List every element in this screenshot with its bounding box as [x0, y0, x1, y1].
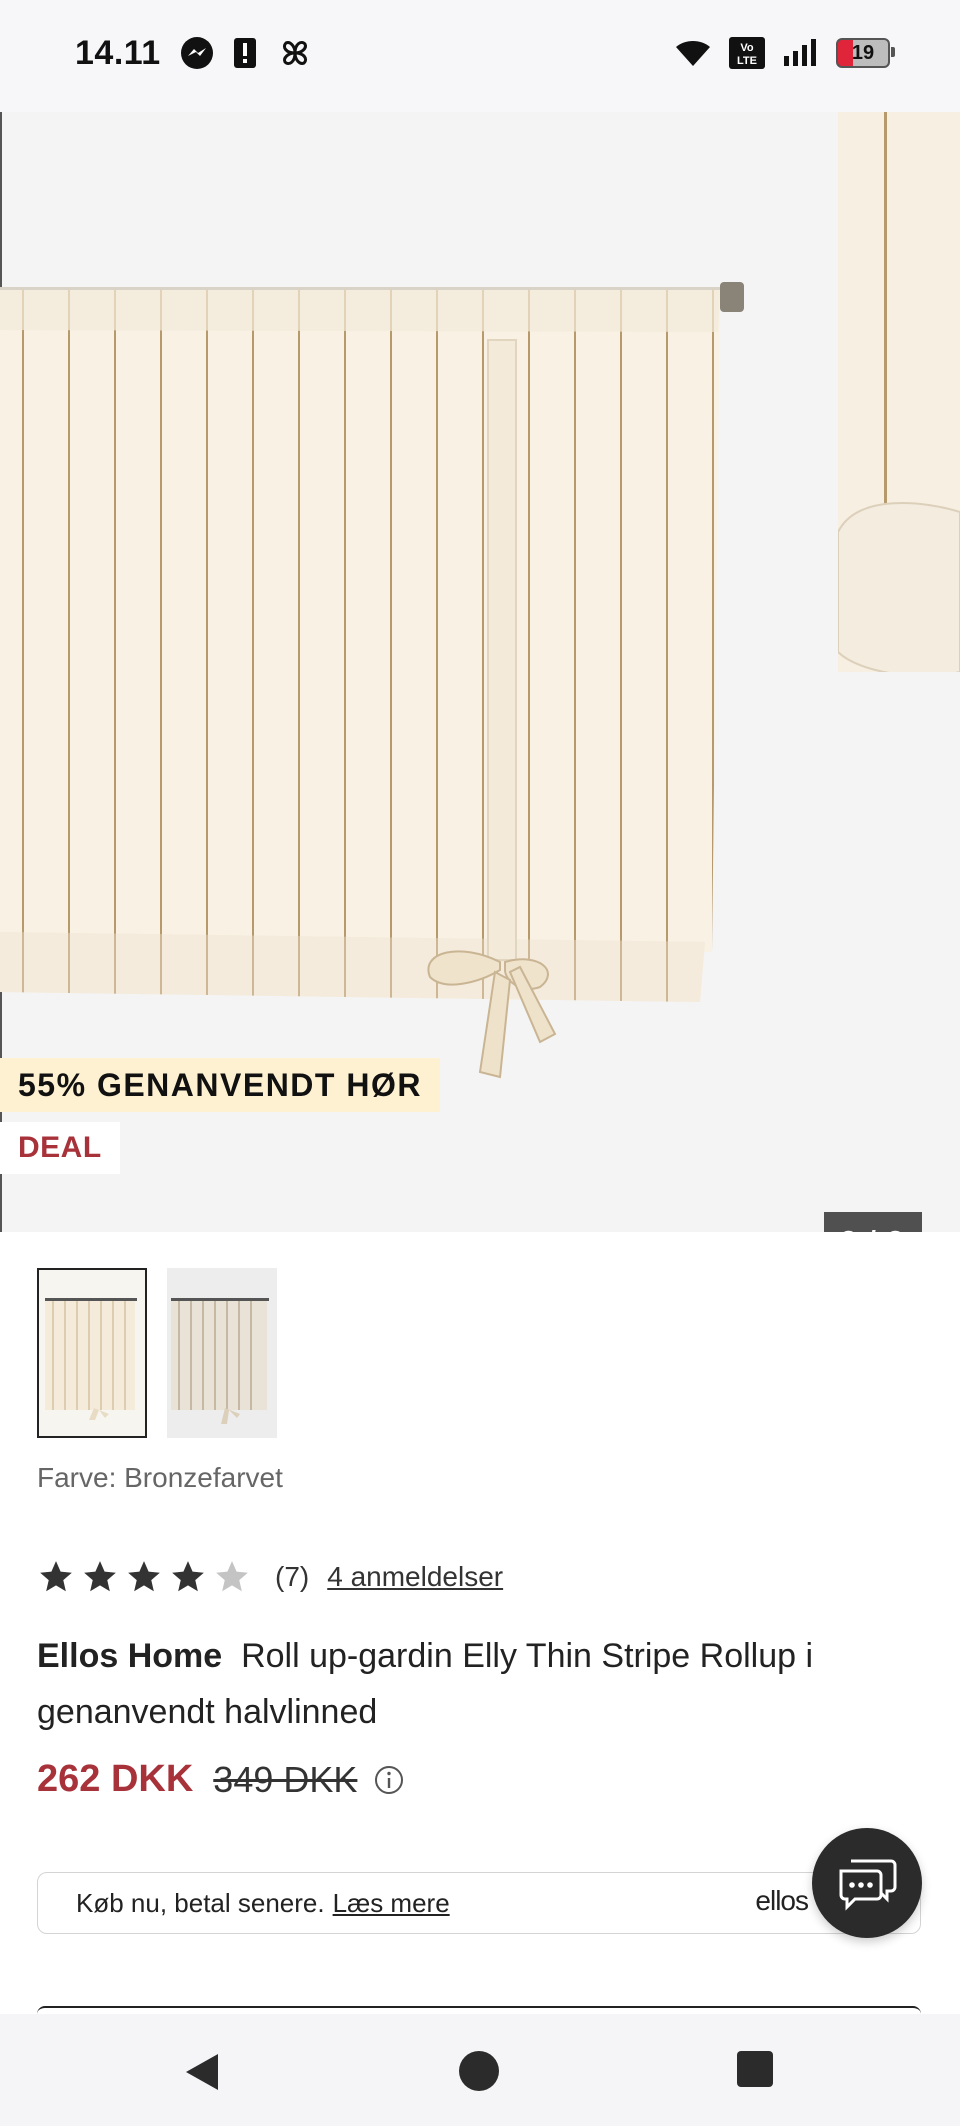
read-more-link[interactable]: Læs mere: [333, 1888, 450, 1919]
star-rating: [37, 1558, 251, 1596]
signal-icon: [784, 39, 816, 66]
reviews-link[interactable]: 4 anmeldelser: [327, 1561, 503, 1593]
star-icon-filled: [84, 1561, 116, 1592]
pinwheel-icon: [282, 40, 308, 66]
battery-icon: 19: [836, 38, 895, 68]
current-price: 262 DKK: [37, 1758, 194, 1800]
rating-row: (7) 4 anmeldelser: [37, 1558, 503, 1596]
ellos-logo: ellos: [755, 1885, 809, 1916]
rating-count: (7): [275, 1561, 310, 1592]
svg-text:LTE: LTE: [737, 55, 757, 67]
deal-badge: DEAL: [0, 1122, 120, 1174]
brand-name[interactable]: Ellos Home: [37, 1637, 222, 1675]
info-icon[interactable]: [373, 1764, 405, 1796]
star-icon-empty: [216, 1561, 248, 1592]
battery-level: 19: [851, 41, 875, 64]
product-image[interactable]: [0, 172, 760, 1152]
alert-icon: [234, 38, 256, 68]
pay-later-banner: Køb nu, betal senere. Læs mere ellos: [37, 1872, 921, 1934]
chat-button[interactable]: [812, 1828, 922, 1938]
recents-icon[interactable]: [736, 2050, 774, 2088]
system-nav-bar: [0, 2014, 960, 2126]
thumbnail-2[interactable]: [167, 1268, 277, 1438]
back-icon[interactable]: [182, 2050, 222, 2094]
image-counter: 2 / 3: [824, 1212, 922, 1232]
product-image-carousel[interactable]: 55% GENANVENDT HØR DEAL 2 / 3: [0, 112, 960, 1232]
svg-text:Vo: Vo: [740, 42, 754, 54]
chat-icon: [839, 1859, 897, 1911]
wifi-icon: [676, 41, 710, 66]
next-product-image-peek[interactable]: [838, 112, 960, 762]
color-label: Farve: Bronzefarvet: [37, 1462, 283, 1493]
star-icon-filled: [172, 1561, 204, 1592]
thumbnail-1-selected[interactable]: [37, 1268, 147, 1438]
recycled-badge: 55% GENANVENDT HØR: [0, 1058, 440, 1112]
price-row: 262 DKK 349 DKK: [37, 1758, 405, 1801]
home-icon[interactable]: [458, 2050, 500, 2092]
thumbnail-image: [39, 1270, 145, 1436]
product-title: Ellos Home Roll up-gardin Elly Thin Stri…: [37, 1628, 917, 1740]
status-bar: 14.11 Vo LTE 19: [0, 0, 960, 112]
messenger-icon: [181, 37, 213, 69]
volte-icon: Vo LTE: [729, 37, 765, 69]
star-icon-filled: [40, 1561, 72, 1592]
status-time: 14.11: [75, 34, 161, 72]
thumbnail-image: [167, 1268, 277, 1438]
star-icon-filled: [128, 1561, 160, 1592]
pay-later-text: Køb nu, betal senere.: [76, 1887, 325, 1918]
original-price: 349 DKK: [213, 1758, 358, 1800]
